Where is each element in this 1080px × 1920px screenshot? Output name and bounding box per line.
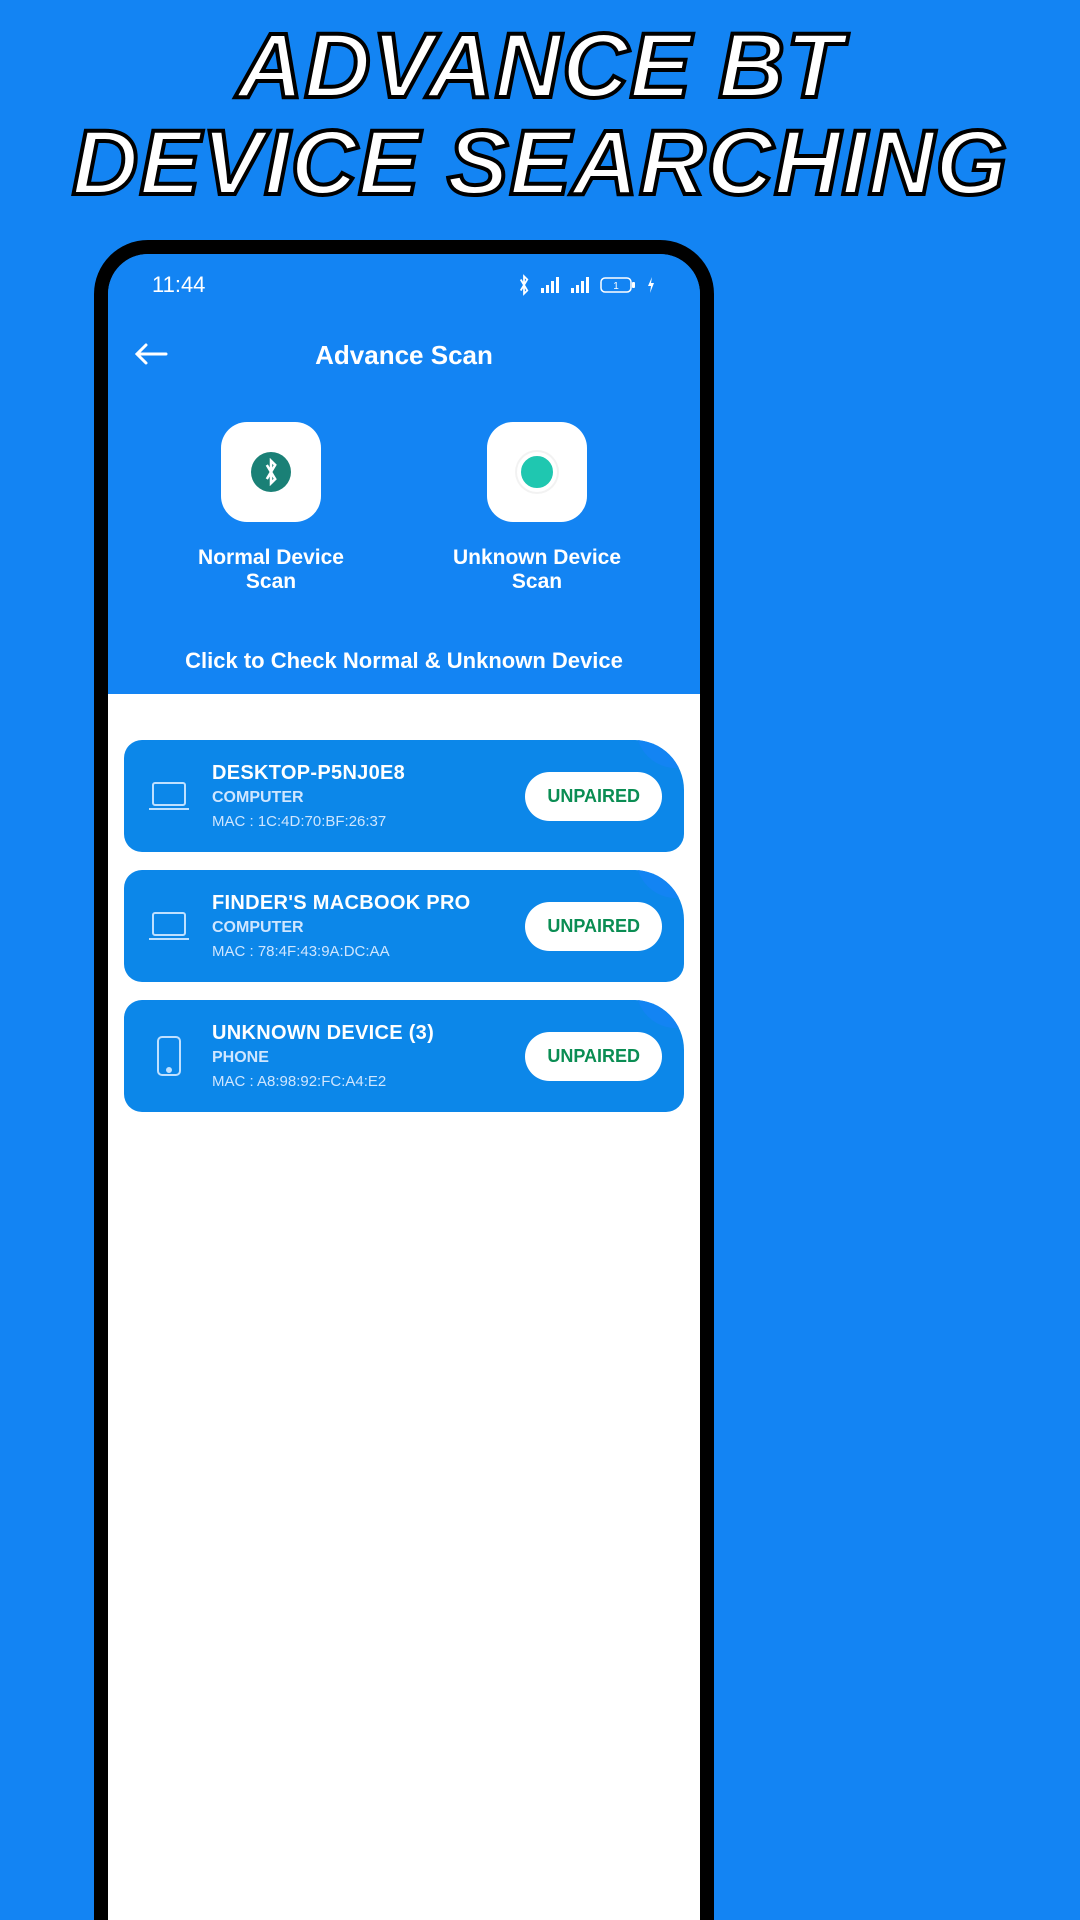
promo-headline: ADVANCE BT DEVICE SEARCHING — [0, 0, 1080, 211]
app-screen: 11:44 1 Advance Scan No — [108, 254, 700, 1920]
device-mac: MAC : 1C:4D:70:BF:26:37 — [212, 813, 505, 830]
dot-circle-icon — [517, 452, 557, 492]
pair-status-button[interactable]: UNPAIRED — [525, 772, 662, 821]
status-bar: 11:44 1 — [108, 254, 700, 302]
phone-frame: 11:44 1 Advance Scan No — [94, 240, 714, 1920]
device-info: FINDER'S MACBOOK PRO COMPUTER MAC : 78:4… — [212, 892, 505, 960]
normal-scan-tile — [221, 422, 321, 522]
device-mac: MAC : 78:4F:43:9A:DC:AA — [212, 943, 505, 960]
unknown-scan-label: Unknown Device Scan — [437, 546, 637, 594]
normal-scan-label: Normal Device Scan — [171, 546, 371, 594]
status-icons: 1 — [516, 274, 656, 296]
battery-icon: 1 — [600, 276, 638, 294]
charging-icon — [646, 276, 656, 294]
promo-line2: DEVICE SEARCHING — [0, 115, 1080, 212]
pair-status-button[interactable]: UNPAIRED — [525, 1032, 662, 1081]
laptop-icon — [146, 779, 192, 813]
device-type: COMPUTER — [212, 789, 505, 807]
page-title: Advance Scan — [108, 340, 700, 371]
bluetooth-circle-icon — [251, 452, 291, 492]
scan-options: Normal Device Scan Unknown Device Scan — [108, 392, 700, 604]
device-name: UNKNOWN DEVICE (3) — [212, 1022, 505, 1045]
unknown-scan-tile — [487, 422, 587, 522]
unknown-scan-option[interactable]: Unknown Device Scan — [437, 422, 637, 594]
device-name: FINDER'S MACBOOK PRO — [212, 892, 505, 915]
device-list[interactable]: DESKTOP-P5NJ0E8 COMPUTER MAC : 1C:4D:70:… — [108, 694, 700, 1920]
svg-text:1: 1 — [613, 281, 619, 292]
instruction-text: Click to Check Normal & Unknown Device — [108, 604, 700, 694]
status-time: 11:44 — [152, 272, 205, 298]
device-type: COMPUTER — [212, 919, 505, 937]
device-type: PHONE — [212, 1049, 505, 1067]
bluetooth-icon — [516, 274, 532, 296]
device-card-1[interactable]: FINDER'S MACBOOK PRO COMPUTER MAC : 78:4… — [124, 870, 684, 982]
laptop-icon — [146, 909, 192, 943]
device-card-0[interactable]: DESKTOP-P5NJ0E8 COMPUTER MAC : 1C:4D:70:… — [124, 740, 684, 852]
signal-icon-2 — [570, 276, 592, 294]
signal-icon — [540, 276, 562, 294]
device-info: DESKTOP-P5NJ0E8 COMPUTER MAC : 1C:4D:70:… — [212, 762, 505, 830]
device-mac: MAC : A8:98:92:FC:A4:E2 — [212, 1073, 505, 1090]
device-card-2[interactable]: UNKNOWN DEVICE (3) PHONE MAC : A8:98:92:… — [124, 1000, 684, 1112]
promo-line1: ADVANCE BT — [0, 18, 1080, 115]
normal-scan-option[interactable]: Normal Device Scan — [171, 422, 371, 594]
device-name: DESKTOP-P5NJ0E8 — [212, 762, 505, 785]
device-info: UNKNOWN DEVICE (3) PHONE MAC : A8:98:92:… — [212, 1022, 505, 1090]
phone-icon — [146, 1034, 192, 1078]
pair-status-button[interactable]: UNPAIRED — [525, 902, 662, 951]
app-header: Advance Scan — [108, 302, 700, 392]
